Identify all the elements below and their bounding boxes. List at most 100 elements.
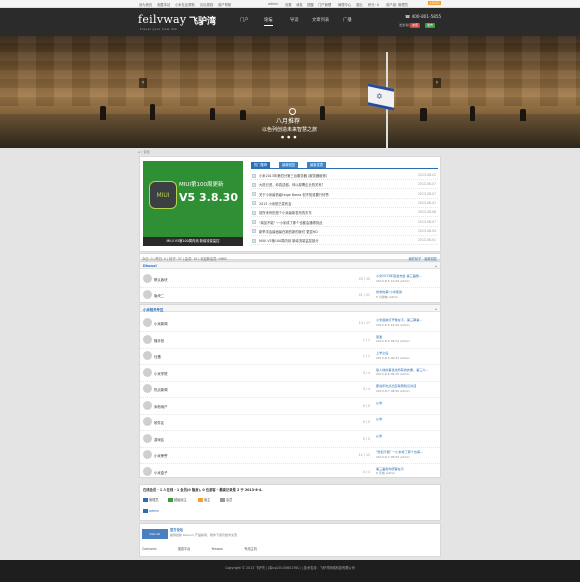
hero-banner[interactable]: ✡ ‹ › 八月推荐 以色列创造未来智慧之旅 ● ● ● (0, 36, 580, 148)
topbar-link[interactable]: 管理中心 (338, 2, 351, 7)
link-item[interactable]: Yeswan (211, 547, 223, 551)
nav-articles[interactable]: 文章列表 (312, 17, 329, 23)
forum-row[interactable]: 吐槽 1 / 1 上学之后 2013-8-5 09:47 admin (140, 347, 440, 365)
forum-row[interactable]: 热点新闻 4 / 4 那说年吃点出互联网知识对话 2013-8-7 08:50 adm… (140, 380, 440, 398)
forum-row[interactable]: 版块二 21 / 21 供求的需!小米使用 5 分钟前 admin (140, 286, 440, 304)
last-post-title[interactable]: 上学之后 (376, 350, 388, 355)
forum-name[interactable]: 米粉用户 (154, 404, 168, 409)
last-post-title[interactable]: 版人他的事性化所有的的果，第三六… (376, 367, 429, 372)
forum-name[interactable]: 软件区 (154, 420, 164, 425)
news-item[interactable]: MIUI V5第100周内测 新增流量监控部分 2013-08-01 (251, 236, 438, 246)
news-title[interactable]: 大陆已进，你真遗憾。何以部署企业的关系？ (259, 182, 325, 187)
slider-dots[interactable]: ● ● ● (281, 135, 297, 139)
news-title[interactable]: 前所未有的是个小米最新发布的东东 (259, 210, 312, 215)
forum-name[interactable]: 版块二 (154, 293, 164, 298)
slide-caption[interactable]: MIUI V5第100周内测 新增流量监控 (143, 237, 243, 246)
logo-chinese[interactable]: 飞驴湾 (189, 14, 216, 27)
logo-text[interactable]: feilvway (138, 13, 186, 26)
last-post-meta: 2013-8-6 09:15 admin (376, 372, 410, 376)
forum-row[interactable]: 游戏区 0 / 0 从未 (140, 430, 440, 448)
group-header[interactable]: Discuz! ▴ (140, 262, 440, 269)
topbar-link[interactable]: 消息 (296, 2, 303, 7)
news-item[interactable]: 2013 小米是已发布会 2013-08-01 (251, 199, 438, 208)
topbar-link[interactable]: 论坛规则 (200, 2, 213, 7)
topbar-link[interactable]: 提醒 (307, 2, 314, 7)
last-post-title[interactable]: 从未 (376, 433, 382, 438)
news-item[interactable]: 小米2013年第四分第三台服务器 (服务器维修) 2013-08-02 (251, 171, 438, 180)
forum-name[interactable]: 随手拍 (154, 338, 164, 343)
topbar-user[interactable]: admin (268, 2, 278, 6)
link-item[interactable]: 专用主机 (244, 547, 257, 551)
topbar-link[interactable]: 用户帮助 (218, 2, 231, 7)
news-title[interactable]: 2013 小米是已发布会 (259, 201, 292, 206)
forum-row[interactable]: 软件区 0 / 0 从未 (140, 413, 440, 431)
news-title[interactable]: 小米2013年第四分第三台服务器 (服务器维修) (259, 173, 327, 178)
forum-name[interactable]: 小米新闻 (154, 321, 168, 326)
topbar-credits[interactable]: 积分: 0 (368, 2, 379, 7)
featured-slide[interactable]: MIUI MIUI第100周更新 V5 3.8.30 MIUI V5第100周内… (143, 161, 243, 246)
figure-silhouette (520, 109, 526, 121)
news-title[interactable]: 关于小米最低级Huge Bama 但不知道要行何赞 (259, 192, 329, 197)
forum-row[interactable]: 小米学院 4 / 4 版人他的事性化所有的的果，第三六… 2013-8-6 09:15… (140, 364, 440, 382)
last-post-title[interactable]: 供求的需!小米使用 (376, 289, 402, 294)
group-title[interactable]: 小米相关专区 (143, 308, 163, 312)
last-post-title[interactable]: "增加不能" 一小米成了那个也客… (376, 449, 423, 454)
recharge-button[interactable]: 充值 (410, 23, 421, 28)
legend-mod: 版主 (198, 497, 210, 502)
last-post-title[interactable]: 小米造前打开像在不，第三期第… (376, 317, 422, 322)
next-arrow-icon[interactable]: › (433, 78, 441, 88)
nav-forum[interactable]: 论坛 (264, 17, 273, 26)
news-item[interactable]: 关于小米最低级Huge Bama 但不知道要行何赞 2013-08-07 (251, 190, 438, 199)
prev-arrow-icon[interactable]: ‹ (139, 78, 147, 88)
topbar-link[interactable]: 门户管理 (318, 2, 331, 7)
forum-row[interactable]: 米粉用户 0 / 0 从未 (140, 397, 440, 415)
topbar-badge[interactable]: LOGO (428, 1, 442, 5)
news-item[interactable]: 前所未有的是个小米最新发布的东东 2013-08-06 (251, 208, 438, 218)
news-item[interactable]: "增加不能" 一小米成了那个也都会通得到此 2013-08-07 (251, 218, 438, 227)
link-item[interactable]: 漫游平台 (178, 547, 191, 551)
nav-broadcast[interactable]: 广播 (343, 17, 352, 23)
online-user[interactable]: admin (143, 509, 159, 513)
breadcrumb[interactable]: ⌂ › 论坛 (138, 149, 150, 154)
group-title[interactable]: Discuz! (143, 264, 157, 268)
link-item[interactable]: Comsenz (142, 547, 157, 551)
group-header[interactable]: 小米相关专区 ▴ (140, 305, 440, 312)
last-post-title[interactable]: 第三届和你研事在示 (376, 466, 404, 471)
news-title[interactable]: 新举手会最面最在新的新的我们 更显HD (259, 229, 318, 234)
collapse-icon[interactable]: ▴ (435, 307, 437, 311)
forum-name[interactable]: 小米荣誉 (154, 453, 168, 458)
forum-name[interactable]: 小米学院 (154, 371, 168, 376)
topbar-link[interactable]: 退出 (356, 2, 363, 7)
publish-button[interactable]: 发布 (425, 23, 436, 28)
link-name[interactable]: 官方论坛 (170, 527, 183, 532)
last-post-title[interactable]: 从未 (376, 400, 382, 405)
stats-links[interactable]: 我的帖子 · 最新回复 (408, 256, 437, 261)
forum-name[interactable]: 吐槽 (154, 354, 161, 359)
forum-row[interactable]: 随手拍 1 / 1 恩爱 2013-8-5 09:12 admin (140, 331, 440, 349)
forum-row[interactable]: 小米盒子 4 / 4 第三届和你研事在示 6 天前 admin (140, 463, 440, 481)
last-post-title[interactable]: 从未 (376, 416, 382, 421)
last-post-title[interactable]: 那说年吃点出互联网知识对话 (376, 383, 416, 388)
forum-name[interactable]: 热点新闻 (154, 387, 168, 392)
forum-name[interactable]: 小米盒子 (154, 470, 168, 475)
news-item[interactable]: 新举手会最面最在新的新的我们 更显HD 2013-08-04 (251, 227, 438, 236)
forum-row[interactable]: 小米新闻 13 / 17 小米造前打开像在不，第三期第… 2013-8-5 14:20… (140, 314, 440, 332)
topbar-link[interactable]: 小米社区帮助 (175, 2, 195, 7)
nav-portal[interactable]: 门户 (240, 17, 249, 23)
news-title[interactable]: MIUI V5第100周内测 新增流量监控部分 (259, 238, 319, 243)
news-item[interactable]: 大陆已进，你真遗憾。何以部署企业的关系？ 2013-08-07 (251, 180, 438, 190)
news-date: 2013-08-01 (418, 200, 436, 205)
nav-guide[interactable]: 导读 (290, 17, 299, 23)
topbar-link[interactable]: 设置 (285, 2, 292, 7)
discuz-banner[interactable]: Discuz! (142, 529, 168, 539)
forum-name[interactable]: 游戏区 (154, 437, 164, 442)
last-post-title[interactable]: 小米2013年度发布会 第三届微… (376, 273, 422, 278)
last-post-title[interactable]: 恩爱 (376, 334, 382, 339)
online-title[interactable]: 在线会员 - 1 人在线 - 1 会员(0 隐身), 0 位游客 - 最高记录是… (143, 487, 263, 492)
topbar-link[interactable]: 设为首页 (139, 2, 152, 7)
collapse-icon[interactable]: ▴ (435, 264, 437, 268)
forum-row[interactable]: 小米荣誉 12 / 12 "增加不能" 一小米成了那个也客… 2013-8-7 08:… (140, 446, 440, 464)
topbar-link[interactable]: 收藏本站 (157, 2, 170, 7)
news-title[interactable]: "增加不能" 一小米成了那个也都会通得到此 (259, 220, 322, 225)
forum-name[interactable]: 默认版块 (154, 277, 168, 282)
